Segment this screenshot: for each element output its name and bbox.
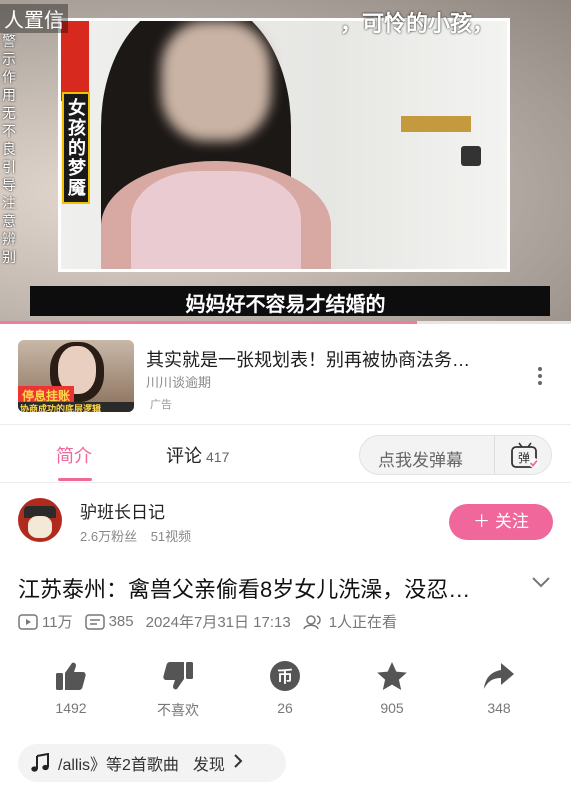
coin-button[interactable]: 币 26 <box>245 656 325 716</box>
share-button[interactable]: 348 <box>459 656 539 716</box>
action-bar: 1492 不喜欢 币 26 905 348 <box>0 656 571 726</box>
video-player[interactable]: 女孩的梦魇 人置信 警示作用无不良引导注意辨别 ，可怜的小孩， 妈妈好不容易才结… <box>0 0 571 323</box>
video-frame <box>58 18 510 272</box>
favorite-count: 905 <box>380 700 404 716</box>
coin-icon: 币 <box>270 661 300 691</box>
video-meta: 11万 385 2024年7月31日 17:13 1人正在看 <box>18 611 409 632</box>
video-progress-bar[interactable] <box>0 321 571 324</box>
video-scene-red-panel <box>61 21 89 101</box>
like-button[interactable]: 1492 <box>31 656 111 716</box>
ad-title[interactable]: 其实就是一张规划表！别再被协商法务… <box>146 346 470 372</box>
watching-now: 1人正在看 <box>302 611 398 632</box>
video-warning-text: 警示作用无不良引导注意辨别 <box>2 33 16 265</box>
play-count: 11万 <box>18 611 73 632</box>
avatar-face <box>28 516 52 538</box>
watching-now-value: 1人正在看 <box>328 614 398 631</box>
music-chip[interactable]: /allis》等2首歌曲 发现 <box>18 744 286 782</box>
tab-active-indicator <box>58 478 92 481</box>
dislike-label: 不喜欢 <box>157 702 199 718</box>
tab-intro[interactable]: 简介 <box>56 442 92 468</box>
video-subtitle: 妈妈好不容易才结婚的 <box>185 294 386 316</box>
ad-card[interactable]: 停息挂账 协商成功的底层逻辑 其实就是一张规划表！别再被协商法务… 川川谈逾期 … <box>0 330 571 422</box>
video-top-caption: ，可怜的小孩， <box>340 11 495 36</box>
divider <box>0 482 571 483</box>
uploader-stats: 2.6万粉丝 51视频 <box>80 526 201 545</box>
ad-author: 川川谈逾期 <box>146 375 212 390</box>
tab-bar: 简介 评论 417 点我发弹幕 弹 <box>0 428 571 482</box>
video-scene-blurred-face <box>161 21 271 141</box>
avatar[interactable] <box>18 498 62 542</box>
tab-comments-label: 评论 <box>166 446 202 466</box>
danmaku-count: 385 <box>84 613 134 630</box>
video-scene-socket <box>461 146 481 166</box>
coin-count: 26 <box>277 700 293 716</box>
thumbs-down-icon <box>163 662 193 690</box>
video-side-caption: 女孩的梦魇 <box>62 92 90 204</box>
divider <box>0 424 571 425</box>
uploader-fans: 2.6万粉丝 <box>80 529 138 544</box>
tab-comments[interactable]: 评论 417 <box>166 442 229 468</box>
follow-button[interactable]: ＋ 关注 <box>449 504 553 540</box>
svg-text:弹: 弹 <box>518 451 530 465</box>
uploader-name[interactable]: 驴班长日记 <box>80 498 165 523</box>
danmaku-count-icon <box>84 613 105 630</box>
danmu-toggle-icon[interactable]: 弹 <box>510 442 540 468</box>
play-count-icon <box>18 613 38 630</box>
like-count: 1492 <box>55 700 87 716</box>
danmu-divider <box>494 436 495 474</box>
watching-users-icon <box>302 614 321 629</box>
more-vertical-icon[interactable] <box>534 366 546 386</box>
music-discover-label: 发现 <box>192 757 225 774</box>
favorite-button[interactable]: 905 <box>352 656 432 716</box>
star-icon <box>377 661 407 690</box>
uploader-row: 驴班长日记 2.6万粉丝 51视频 ＋ 关注 <box>0 490 571 556</box>
publish-datetime: 2024年7月31日 17:13 <box>145 614 291 631</box>
video-scene-dress <box>131 171 301 269</box>
ad-label: 广告 <box>150 399 172 411</box>
video-top-left-tag: 人置信 <box>0 4 68 33</box>
music-note-icon <box>31 753 49 772</box>
uploader-video-count: 51视频 <box>150 529 192 544</box>
share-arrow-icon <box>484 663 514 689</box>
share-count: 348 <box>487 700 511 716</box>
chevron-down-icon[interactable] <box>530 574 552 594</box>
danmaku-count-value: 385 <box>108 613 134 630</box>
svg-text:币: 币 <box>277 667 293 686</box>
play-count-value: 11万 <box>42 614 73 631</box>
tab-comments-count: 417 <box>206 449 230 465</box>
video-progress-fill <box>0 321 417 324</box>
danmu-input[interactable]: 点我发弹幕 弹 <box>359 435 552 475</box>
music-song-label: /allis》等2首歌曲 <box>58 757 179 774</box>
video-title[interactable]: 江苏泰州：禽兽父亲偷看8岁女儿洗澡，没忍… <box>18 572 470 604</box>
dislike-button[interactable]: 不喜欢 <box>138 656 218 720</box>
ad-thumbnail-ribbon-bottom: 协商成功的底层逻辑 <box>18 402 134 412</box>
thumbs-up-icon <box>56 662 86 690</box>
video-scene-sign <box>401 116 471 132</box>
chevron-right-icon <box>233 753 243 774</box>
danmu-placeholder: 点我发弹幕 <box>378 451 463 470</box>
ad-thumbnail[interactable]: 停息挂账 协商成功的底层逻辑 <box>18 340 134 412</box>
